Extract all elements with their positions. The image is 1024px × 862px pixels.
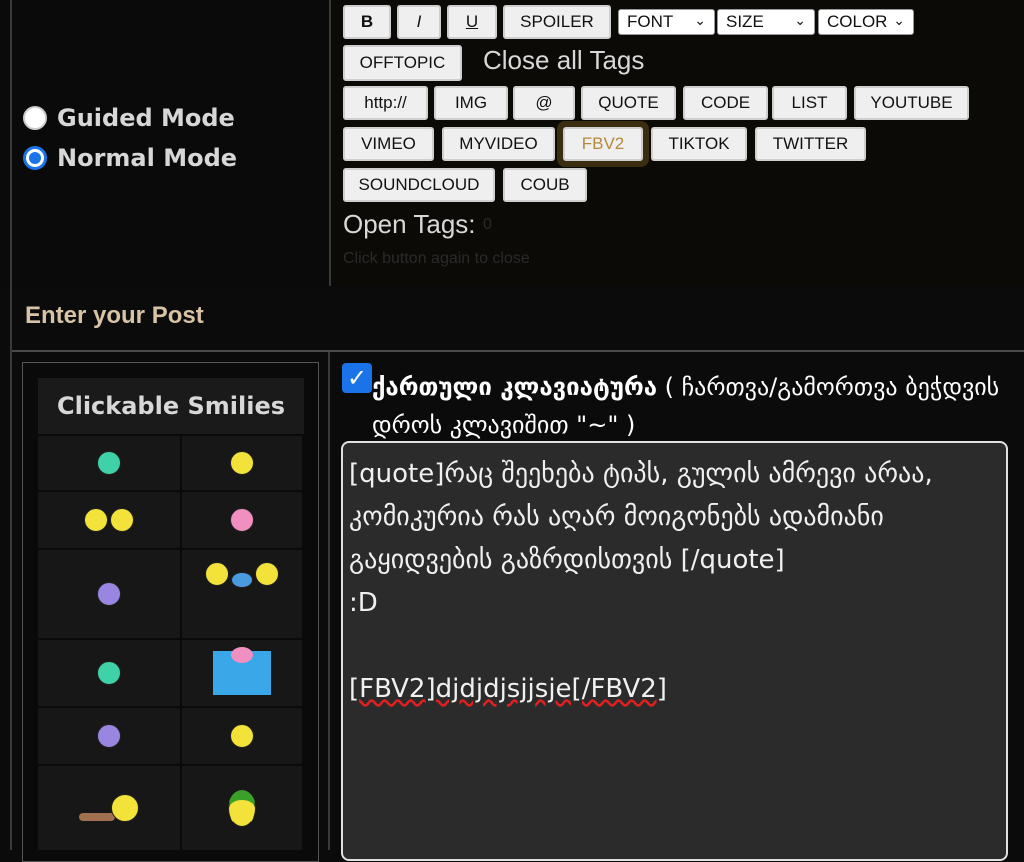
smiley-cell[interactable] bbox=[38, 766, 180, 850]
italic-button[interactable]: I bbox=[397, 5, 441, 39]
smiley-cell[interactable] bbox=[38, 436, 180, 490]
youtube-button[interactable]: YOUTUBE bbox=[854, 86, 969, 120]
keyboard-label-bold: ქართული კლავიატურა bbox=[372, 373, 657, 401]
coub-button[interactable]: COUB bbox=[503, 168, 587, 202]
smiley-icon[interactable] bbox=[255, 562, 279, 586]
open-tags-label: Open Tags: bbox=[343, 209, 476, 239]
size-select-value: SIZE bbox=[726, 12, 764, 31]
post-textarea[interactable]: [quote]რაც შეეხება ტიპს, გულის ამრევი არ… bbox=[341, 441, 1008, 861]
guided-mode-option[interactable]: Guided Mode bbox=[23, 104, 235, 132]
twitter-button[interactable]: TWITTER bbox=[755, 127, 866, 161]
smiley-icon[interactable] bbox=[84, 508, 108, 532]
guided-mode-radio[interactable] bbox=[23, 106, 47, 130]
size-select[interactable]: SIZE ⌄ bbox=[717, 9, 815, 35]
underline-button[interactable]: U bbox=[447, 5, 497, 39]
mention-button[interactable]: @ bbox=[513, 86, 575, 120]
divider bbox=[10, 0, 12, 850]
smiley-icon[interactable] bbox=[97, 661, 121, 685]
close-all-tags-link[interactable]: Close all Tags bbox=[483, 45, 644, 76]
smiley-cell[interactable] bbox=[182, 550, 302, 638]
smiley-icon[interactable] bbox=[213, 647, 271, 695]
post-text-fbv2: [FBV2]djdjdjsjjsje[/FBV2] bbox=[349, 674, 667, 704]
color-select[interactable]: COLOR ⌄ bbox=[818, 9, 914, 35]
smiley-cell[interactable] bbox=[38, 492, 180, 548]
quote-button[interactable]: QUOTE bbox=[581, 86, 676, 120]
smiley-cell[interactable] bbox=[182, 436, 302, 490]
smilies-title: Clickable Smilies bbox=[38, 378, 304, 434]
normal-mode-option[interactable]: Normal Mode bbox=[23, 144, 237, 172]
smiley-icon[interactable] bbox=[110, 508, 134, 532]
img-button[interactable]: IMG bbox=[434, 86, 508, 120]
spoiler-button[interactable]: SPOILER bbox=[503, 5, 611, 39]
smiley-cell[interactable] bbox=[182, 708, 302, 764]
code-button[interactable]: CODE bbox=[683, 86, 768, 120]
smiley-icon[interactable] bbox=[230, 451, 254, 475]
smiley-cell[interactable] bbox=[38, 708, 180, 764]
smiley-cell[interactable] bbox=[182, 766, 302, 850]
section-header: Enter your Post bbox=[25, 302, 204, 329]
chevron-down-icon: ⌄ bbox=[794, 12, 806, 28]
smiley-icon[interactable] bbox=[205, 562, 229, 586]
normal-mode-radio[interactable] bbox=[23, 146, 47, 170]
smiley-cell[interactable] bbox=[38, 640, 180, 706]
bold-button[interactable]: B bbox=[343, 5, 391, 39]
close-hint: Click button again to close bbox=[343, 250, 530, 267]
smiley-cell[interactable] bbox=[182, 640, 302, 706]
open-tags-count: 0 bbox=[483, 216, 492, 233]
georgian-keyboard-checkbox[interactable]: ✓ bbox=[342, 363, 372, 393]
smiley-icon[interactable] bbox=[111, 794, 139, 822]
color-select-value: COLOR bbox=[827, 12, 888, 31]
smiley-icon[interactable] bbox=[228, 789, 256, 827]
mode-panel bbox=[0, 0, 330, 286]
divider bbox=[328, 352, 330, 850]
smiley-icon[interactable] bbox=[231, 572, 253, 588]
chevron-down-icon: ⌄ bbox=[694, 12, 706, 28]
georgian-keyboard-label: ქართული კლავიატურა ( ჩართვა/გამორთვა ბეჭ… bbox=[372, 368, 1012, 444]
guided-mode-label: Guided Mode bbox=[57, 104, 235, 132]
post-text: [quote]რაც შეეხება ტიპს, გულის ამრევი არ… bbox=[349, 459, 933, 618]
smiley-icon[interactable] bbox=[97, 724, 121, 748]
smiley-cell[interactable] bbox=[38, 550, 180, 638]
vimeo-button[interactable]: VIMEO bbox=[343, 127, 434, 161]
divider bbox=[12, 350, 1024, 352]
fbv2-button[interactable]: FBV2 bbox=[563, 127, 643, 161]
offtopic-button[interactable]: OFFTOPIC bbox=[343, 45, 462, 81]
list-button[interactable]: LIST bbox=[772, 86, 847, 120]
smiley-icon[interactable] bbox=[97, 451, 121, 475]
chevron-down-icon: ⌄ bbox=[893, 12, 905, 28]
font-select[interactable]: FONT ⌄ bbox=[618, 9, 715, 35]
tiktok-button[interactable]: TIKTOK bbox=[651, 127, 747, 161]
smiley-icon[interactable] bbox=[230, 724, 254, 748]
normal-mode-label: Normal Mode bbox=[57, 144, 238, 172]
url-button[interactable]: http:// bbox=[343, 86, 428, 120]
smiley-cell[interactable] bbox=[182, 492, 302, 548]
smiley-icon[interactable] bbox=[230, 508, 254, 532]
font-select-value: FONT bbox=[627, 12, 674, 31]
club-icon bbox=[79, 813, 115, 821]
smiley-icon[interactable] bbox=[97, 582, 121, 606]
soundcloud-button[interactable]: SOUNDCLOUD bbox=[343, 168, 495, 202]
myvideo-button[interactable]: MYVIDEO bbox=[442, 127, 555, 161]
